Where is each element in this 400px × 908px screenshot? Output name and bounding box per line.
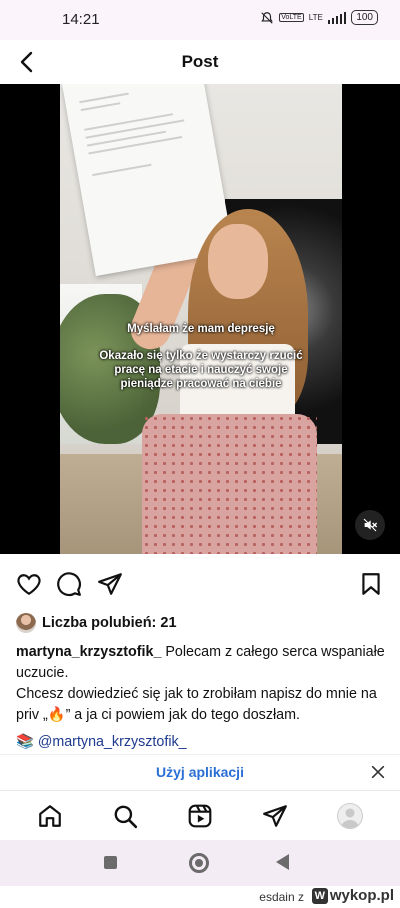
recents-button[interactable] [104,856,117,869]
comment-icon[interactable] [56,571,82,597]
system-navigation-bar [0,840,400,886]
video-frame [60,84,342,554]
likes-count: Liczba polubień: 21 [42,615,177,631]
bottom-tab-bar [0,790,400,841]
watermark-user: esdain z [259,890,304,904]
status-time: 14:21 [62,11,100,28]
share-icon[interactable] [97,571,123,597]
person-skirt [142,414,317,554]
heart-icon[interactable] [16,571,42,597]
liker-avatar [16,613,36,633]
profile-placeholder-icon [341,808,359,828]
signal-icon [327,11,347,24]
books-emoji-icon: 📚 [16,734,34,750]
status-icons: VoLTE LTE 100 [260,10,378,25]
mute-notifications-icon [261,11,273,24]
back-button[interactable] [276,854,289,870]
caption-text-2: Chcesz dowiedzieć się jak to zrobiłam na… [16,686,377,723]
mute-button[interactable] [355,510,385,540]
use-app-banner: Użyj aplikacji [0,754,400,791]
status-bar: 14:21 VoLTE LTE 100 [0,0,400,40]
wykop-logo-icon: W [311,887,328,904]
video-caption-2: Okazało się tylko że wystarczy rzucić pr… [99,350,303,390]
reels-icon[interactable] [187,803,213,829]
watermark-bar: esdain z Wwykop.pl [0,886,400,908]
post-video[interactable]: Myślałam że mam depresję Okazało się tyl… [0,84,400,554]
lte-label: LTE [308,13,323,22]
bookmark-icon[interactable] [358,571,384,597]
close-icon[interactable] [370,764,386,780]
video-caption-1: Myślałam że mam depresję [127,323,275,335]
use-app-button[interactable]: Użyj aplikacji [0,764,400,780]
post-caption: martyna_krzysztofik_ Polecam z całego se… [16,642,386,726]
mention-row[interactable]: 📚 @martyna_krzysztofik_ [16,734,187,750]
page-title: Post [181,52,219,71]
wykop-logo: Wwykop.pl [311,887,394,904]
home-icon[interactable] [37,803,63,829]
mention-link[interactable]: @martyna_krzysztofik_ [38,734,187,750]
person-face [208,224,268,299]
likes-row[interactable]: Liczba polubień: 21 [16,613,177,633]
post-header: Post [0,40,400,84]
battery-icon: 100 [351,10,378,25]
profile-icon[interactable] [337,803,363,829]
home-button[interactable] [189,853,209,873]
post-actions [0,560,400,606]
direct-icon[interactable] [262,803,288,829]
search-icon[interactable] [112,803,138,829]
post-username[interactable]: martyna_krzysztofik_ [16,644,161,660]
volte-icon: VoLTE [279,13,304,22]
mute-icon [363,518,378,532]
